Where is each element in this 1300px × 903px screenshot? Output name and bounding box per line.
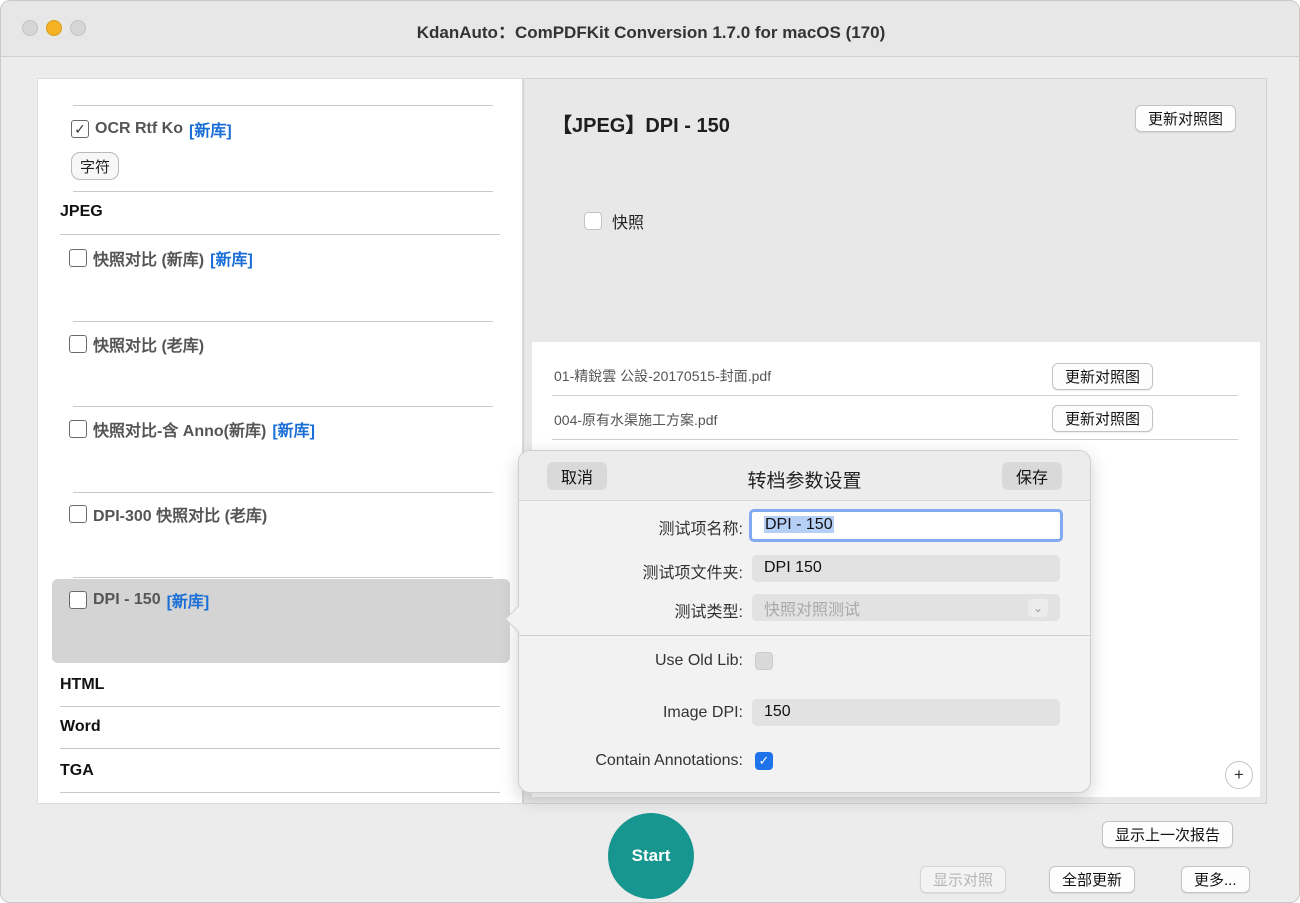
detail-title: 【JPEG】DPI - 150 <box>552 115 730 137</box>
new-lib-tag: [新库] <box>210 252 253 269</box>
image-dpi-label: Image DPI: <box>662 704 743 721</box>
file-row[interactable]: 01-精銳雲 公設-20170515-封面.pdf 更新对照图 <box>552 352 1238 396</box>
update-reference-button[interactable]: 更新对照图 <box>1135 105 1237 132</box>
update-reference-button[interactable]: 更新对照图 <box>1052 405 1154 432</box>
test-type-select[interactable]: 快照对照测试 ⌄ <box>752 594 1060 621</box>
test-type-value: 快照对照测试 <box>764 601 861 619</box>
cancel-button[interactable]: 取消 <box>547 462 608 490</box>
list-item[interactable]: 快照对比-含 Anno(新库) [新库] <box>69 417 315 441</box>
test-folder-label: 测试项文件夹: <box>642 565 743 582</box>
chevron-down-icon: ⌄ <box>1028 598 1048 617</box>
new-lib-tag: [新库] <box>166 594 210 611</box>
list-item-label: OCR Rtf Ko <box>95 120 183 137</box>
test-name-label: 测试项名称: <box>658 521 743 538</box>
popover-header: 转档参数设置 取消 保存 <box>519 451 1090 501</box>
section-jpeg[interactable]: JPEG <box>60 203 103 221</box>
contain-annotations-checkbox[interactable]: ✓ <box>755 752 773 770</box>
list-item-label: DPI - 150 <box>93 591 161 608</box>
section-html[interactable]: HTML <box>60 676 104 694</box>
add-icon[interactable]: + <box>1225 761 1253 789</box>
checkbox[interactable] <box>69 249 87 267</box>
use-old-lib-label: Use Old Lib: <box>654 652 743 669</box>
test-type-label: 测试类型: <box>674 604 743 621</box>
file-row[interactable]: 004-原有水渠施工方案.pdf 更新对照图 <box>552 396 1238 440</box>
file-name: 01-精銳雲 公設-20170515-封面.pdf <box>554 368 772 384</box>
divider <box>73 191 493 192</box>
list-item[interactable]: DPI-300 快照对比 (老库) <box>69 502 267 526</box>
list-item[interactable]: 快照对比 (老库) <box>69 332 204 356</box>
window-title: KdanAuto：ComPDFKit Conversion 1.7.0 for … <box>416 23 886 42</box>
list-item-label: DPI-300 快照对比 (老库) <box>93 508 268 525</box>
snapshot-checkbox[interactable] <box>584 212 602 230</box>
checkbox[interactable] <box>69 335 87 353</box>
section-tga[interactable]: TGA <box>60 762 94 780</box>
list-item-ocr-rtf-ko[interactable]: ✓ OCR Rtf Ko [新库] <box>71 117 232 141</box>
list-item-label: 快照对比-含 Anno(新库) <box>93 423 267 440</box>
divider <box>60 748 500 749</box>
divider <box>60 792 500 793</box>
snapshot-option[interactable]: 快照 <box>584 209 644 233</box>
more-button[interactable]: 更多... <box>1181 866 1250 893</box>
conversion-settings-popover: 转档参数设置 取消 保存 测试项名称: DPI - 150 测试项文件夹: DP… <box>504 450 1091 793</box>
show-last-report-button[interactable]: 显示上一次报告 <box>1102 821 1234 848</box>
update-all-button[interactable]: 全部更新 <box>1049 866 1136 893</box>
divider <box>73 492 493 493</box>
divider <box>73 321 493 322</box>
test-name-value: DPI - 150 <box>764 516 834 533</box>
image-dpi-input[interactable]: 150 <box>752 699 1060 726</box>
file-name: 004-原有水渠施工方案.pdf <box>554 412 718 428</box>
divider <box>60 234 500 235</box>
list-item-label: 快照对比 (老库) <box>93 338 205 355</box>
divider <box>73 577 493 578</box>
test-folder-input[interactable]: DPI 150 <box>752 555 1060 582</box>
contain-annotations-label: Contain Annotations: <box>595 752 743 769</box>
test-list-panel[interactable]: ✓ OCR Rtf Ko [新库] 字符 JPEG 快照对比 (新库) [新库]… <box>37 78 523 804</box>
show-compare-button[interactable]: 显示对照 <box>920 866 1007 893</box>
app-window: KdanAuto：ComPDFKit Conversion 1.7.0 for … <box>0 0 1300 903</box>
checkbox-checked[interactable]: ✓ <box>71 120 89 138</box>
new-lib-tag: [新库] <box>188 123 232 140</box>
divider <box>73 406 493 407</box>
title-bar: KdanAuto：ComPDFKit Conversion 1.7.0 for … <box>1 1 1299 57</box>
start-button[interactable]: Start <box>608 813 694 899</box>
update-reference-button[interactable]: 更新对照图 <box>1052 363 1154 390</box>
new-lib-tag: [新库] <box>272 423 315 440</box>
checkbox[interactable] <box>69 505 87 523</box>
section-word[interactable]: Word <box>60 718 101 736</box>
snapshot-label: 快照 <box>612 215 645 232</box>
use-old-lib-checkbox[interactable] <box>755 652 773 670</box>
checkbox[interactable] <box>69 591 87 609</box>
save-button[interactable]: 保存 <box>1002 462 1063 490</box>
list-item-label: 快照对比 (新库) <box>93 252 205 269</box>
list-item-selected[interactable]: DPI - 150 [新库] <box>69 588 209 612</box>
checkbox[interactable] <box>69 420 87 438</box>
list-item[interactable]: 快照对比 (新库) [新库] <box>69 246 253 270</box>
divider <box>519 635 1090 636</box>
test-name-input[interactable]: DPI - 150 <box>749 509 1063 542</box>
divider <box>73 105 493 106</box>
char-button[interactable]: 字符 <box>71 152 120 180</box>
divider <box>60 706 500 707</box>
